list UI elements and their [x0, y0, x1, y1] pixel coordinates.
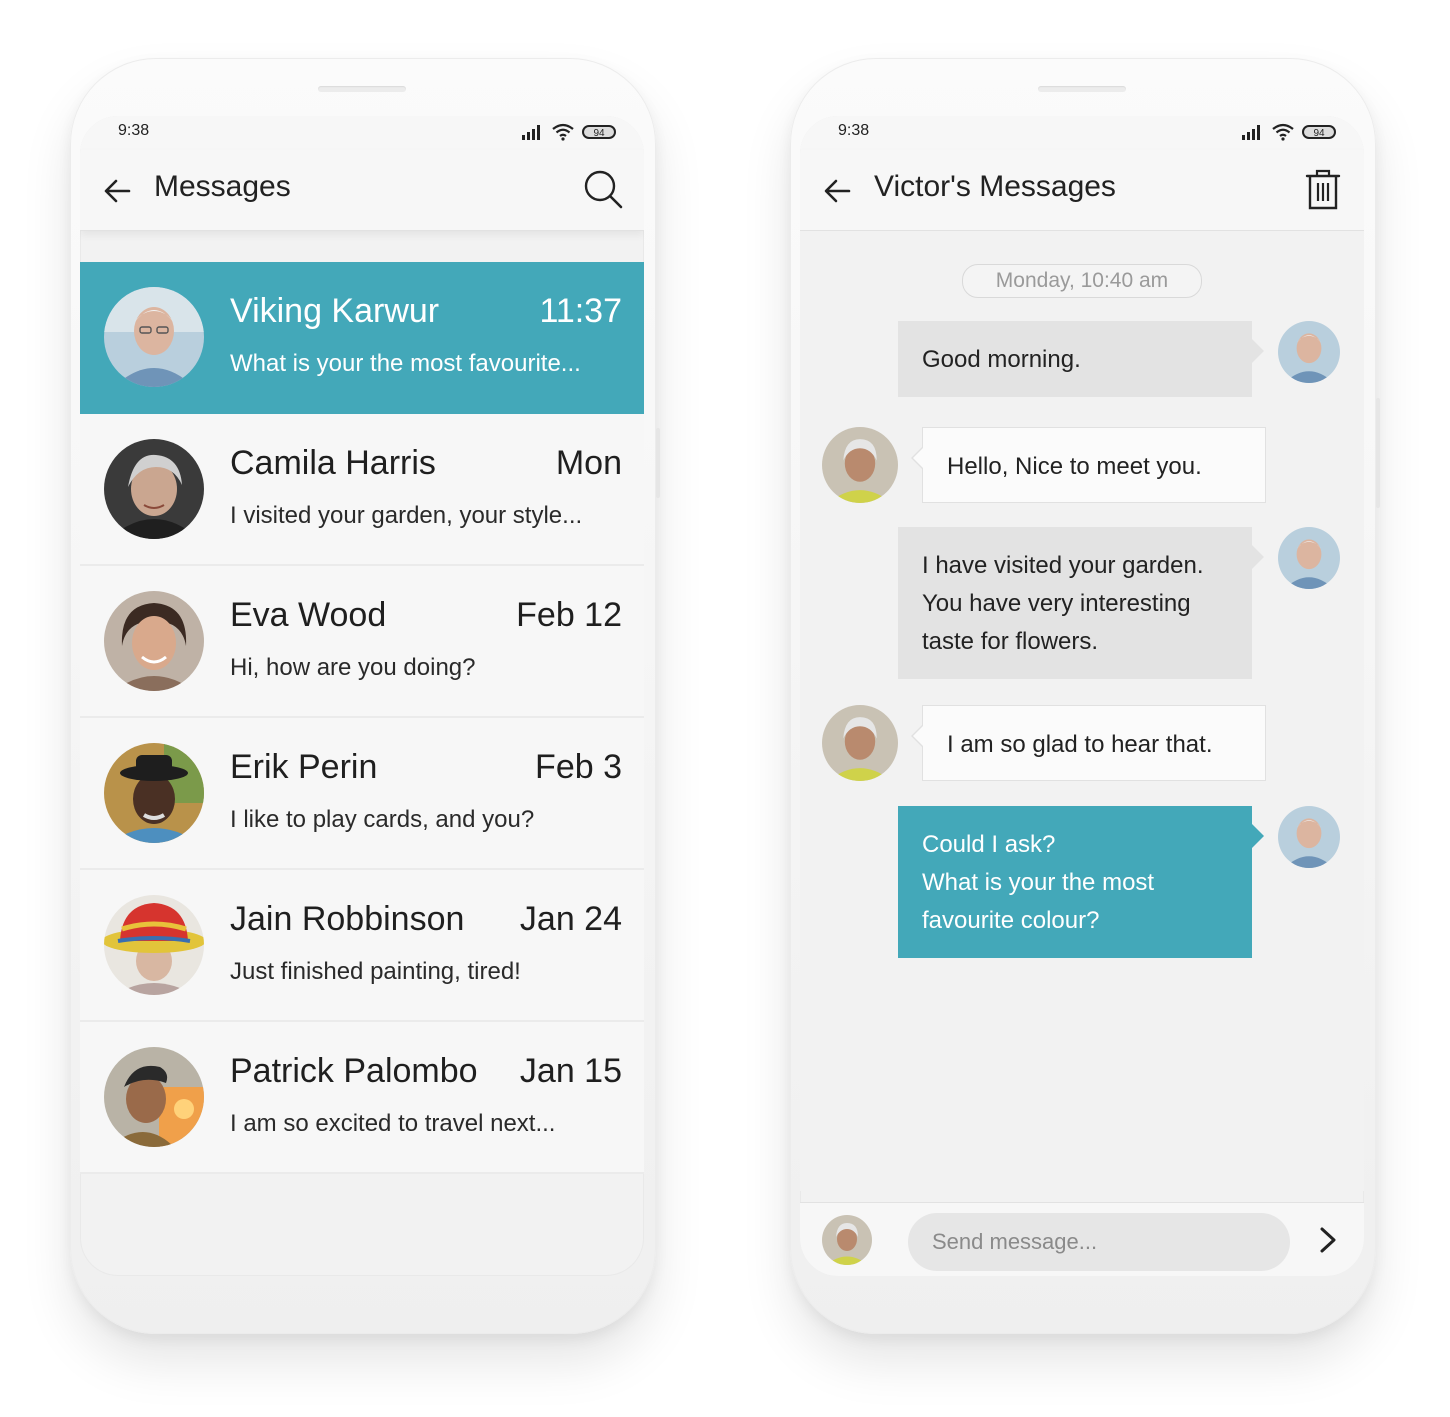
avatar	[1278, 806, 1340, 868]
conversation-item[interactable]: Jain Robbinson Jan 24 Just finished pain…	[80, 870, 644, 1022]
status-time: 9:38	[838, 122, 870, 139]
message-preview: I visited your garden, your style...	[230, 502, 583, 529]
message-preview: I like to play cards, and you?	[230, 806, 535, 833]
message-text: What is your the most	[922, 869, 1155, 896]
message-bubble-sent[interactable]: Good morning.	[898, 321, 1264, 397]
message-input[interactable]	[908, 1213, 1290, 1271]
search-icon[interactable]	[582, 168, 624, 210]
volume-button	[656, 428, 660, 498]
message-text: Could I ask?	[922, 831, 1056, 858]
battery-indicator: 94	[1302, 125, 1336, 139]
avatar	[822, 427, 898, 503]
message-text: Hello, Nice to meet you.	[947, 453, 1202, 480]
status-time: 9:38	[118, 122, 150, 139]
trash-icon[interactable]	[1302, 168, 1344, 210]
message-text: Good morning.	[922, 346, 1081, 373]
wifi-icon	[552, 123, 574, 141]
conversation-item[interactable]: Patrick Palombo Jan 15 I am so excited t…	[80, 1022, 644, 1174]
date-separator: Monday, 10:40 am	[962, 264, 1202, 298]
avatar	[104, 439, 204, 539]
battery-indicator: 94	[582, 125, 616, 139]
avatar	[822, 705, 898, 781]
message-time: Jan 24	[519, 900, 622, 938]
page-title: Victor's Messages	[874, 170, 1116, 203]
phone-chat: 9:38 94 Victor's Messages Monday, 10:40 …	[790, 58, 1380, 1334]
app-bar: Victor's Messages	[800, 150, 1364, 231]
conversation-item[interactable]: Camila Harris Mon I visited your garden,…	[80, 414, 644, 566]
message-time: Mon	[555, 444, 622, 482]
avatar	[1278, 527, 1340, 589]
contact-name: Camila Harris	[230, 444, 436, 482]
conversation-item[interactable]: Erik Perin Feb 3 I like to play cards, a…	[80, 718, 644, 870]
message-preview: Hi, how are you doing?	[230, 654, 476, 681]
message-time: 11:37	[539, 292, 622, 330]
message-bubble-sent[interactable]: Could I ask? What is your the most favou…	[898, 806, 1264, 958]
phone-speaker	[318, 86, 406, 92]
contact-name: Viking Karwur	[230, 292, 440, 330]
avatar	[104, 591, 204, 691]
arrow-left-icon[interactable]	[822, 176, 852, 206]
avatar	[822, 1215, 872, 1265]
signal-icon	[1242, 125, 1260, 140]
status-bar: 9:38 94	[800, 116, 1364, 150]
arrow-left-icon[interactable]	[102, 176, 132, 206]
app-bar: Messages	[80, 150, 644, 231]
contact-name: Jain Robbinson	[230, 900, 465, 938]
avatar	[104, 1047, 204, 1147]
phone-speaker	[1038, 86, 1126, 92]
message-time: Jan 15	[519, 1052, 622, 1090]
contact-name: Eva Wood	[230, 596, 387, 634]
status-bar: 9:38 94	[80, 116, 644, 150]
conversation-item[interactable]: Viking Karwur 11:37 What is your the mos…	[80, 262, 644, 414]
message-time: Feb 3	[535, 748, 622, 786]
conversation-item[interactable]: Eva Wood Feb 12 Hi, how are you doing?	[80, 566, 644, 718]
signal-icon	[522, 125, 540, 140]
screen: 9:38 94 Victor's Messages Monday, 10:40 …	[800, 116, 1364, 1276]
avatar	[104, 743, 204, 843]
message-composer	[800, 1202, 1364, 1276]
message-text: You have very interesting	[922, 590, 1191, 617]
message-text: I am so glad to hear that.	[947, 731, 1213, 758]
phone-messages-list: 9:38 94 Messages Viking Karwur 11:37 Wha…	[70, 58, 660, 1334]
screen: 9:38 94 Messages Viking Karwur 11:37 Wha…	[80, 116, 644, 1276]
message-preview: Just finished painting, tired!	[230, 958, 521, 985]
message-preview: What is your the most favourite...	[230, 350, 581, 377]
chat-thread: Monday, 10:40 am Good morning. Hello, Ni…	[800, 231, 1364, 1191]
message-bubble-sent[interactable]: I have visited your garden. You have ver…	[898, 527, 1264, 679]
message-bubble-received[interactable]: Hello, Nice to meet you.	[911, 427, 1266, 503]
avatar	[1278, 321, 1340, 383]
wifi-icon	[1272, 123, 1294, 141]
avatar	[104, 895, 204, 995]
message-time: Feb 12	[516, 596, 622, 634]
message-bubble-received[interactable]: I am so glad to hear that.	[911, 705, 1266, 781]
message-text: favourite colour?	[922, 907, 1100, 934]
message-text: taste for flowers.	[922, 628, 1099, 655]
conversation-list: Viking Karwur 11:37 What is your the mos…	[80, 262, 644, 1174]
message-preview: I am so excited to travel next...	[230, 1110, 556, 1137]
page-title: Messages	[154, 170, 291, 203]
contact-name: Patrick Palombo	[230, 1052, 478, 1090]
chevron-right-icon[interactable]	[1316, 1225, 1342, 1255]
contact-name: Erik Perin	[230, 748, 378, 786]
avatar	[104, 287, 204, 387]
volume-button	[1376, 398, 1380, 508]
message-text: I have visited your garden.	[922, 552, 1204, 579]
